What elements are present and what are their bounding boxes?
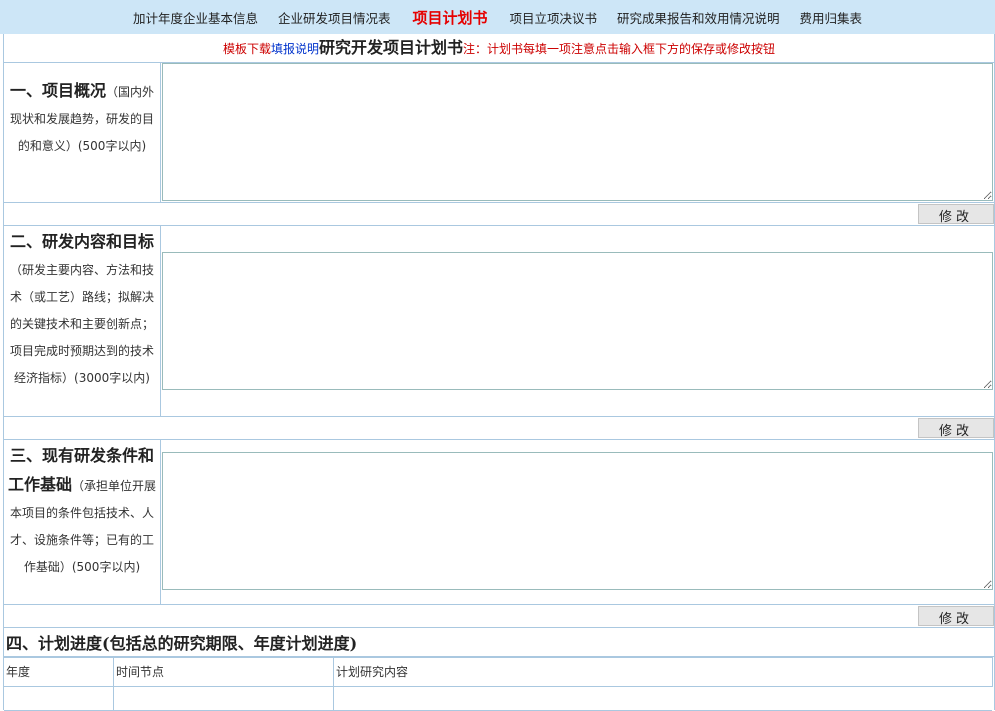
row-plan-content-cell[interactable]: [334, 686, 992, 710]
col-time-node: 时间节点: [114, 658, 334, 686]
section-2-textarea[interactable]: [162, 252, 993, 390]
nav-project-status[interactable]: 企业研发项目情况表: [268, 8, 401, 27]
section-1-btnrow: 修改: [4, 203, 994, 226]
section-1-edit-button[interactable]: 修改: [918, 204, 994, 225]
col-plan-content: 计划研究内容: [336, 665, 409, 679]
section-1-heading: 一、项目概况: [9, 81, 106, 100]
row-year-cell[interactable]: [4, 686, 114, 710]
section-2-row: 二、研发内容和目标 （研发主要内容、方法和技术（或工艺）路线；拟解决的关键技术和主…: [4, 226, 994, 417]
notice-bar: 模板下载填报说明研究开发项目计划书注：计划书每填一项注意点击输入框下方的保存或修…: [4, 34, 994, 63]
form-frame: 模板下载填报说明研究开发项目计划书注：计划书每填一项注意点击输入框下方的保存或修…: [3, 34, 995, 711]
section-2-edit-button[interactable]: 修改: [918, 418, 994, 439]
nav-expense-table[interactable]: 费用归集表: [790, 8, 873, 27]
schedule-table-header: 年度 时间节点 计划研究内容: [4, 657, 993, 687]
nav-project-resolution[interactable]: 项目立项决议书: [500, 8, 608, 27]
nav-basic-info[interactable]: 加计年度企业基本信息: [123, 8, 268, 27]
save-note: 注：计划书每填一项注意点击输入框下方的保存或修改按钮: [463, 42, 776, 56]
section-3-edit-button[interactable]: 修改: [918, 606, 994, 627]
section-4-header: 四、计划进度(包括总的研究期限、年度计划进度): [4, 628, 994, 657]
col-year: 年度: [4, 658, 114, 686]
section-3-textarea[interactable]: [162, 452, 993, 590]
section-1-textarea[interactable]: [162, 63, 993, 201]
section-4-heading: 四、计划进度(包括总的研究期限、年度计划进度): [6, 634, 358, 653]
section-3-label: 三、现有研发条件和工作基础（承担单位开展本项目的条件包括技术、人才、设施条件等；…: [4, 440, 161, 604]
row-time-node-cell[interactable]: [114, 686, 334, 710]
nav-research-report[interactable]: 研究成果报告和效用情况说明: [607, 8, 790, 27]
section-1-label: 一、项目概况（国内外现状和发展趋势，研发的目的和意义）(500字以内): [4, 63, 161, 202]
section-2-btnrow: 修改: [4, 417, 994, 440]
section-2-desc: （研发主要内容、方法和技术（或工艺）路线；拟解决的关键技术和主要创新点；项目完成…: [9, 263, 154, 385]
page-title: 研究开发项目计划书: [319, 38, 464, 57]
section-3-btnrow: 修改: [4, 605, 994, 628]
template-download-link[interactable]: 模板下载: [223, 42, 271, 56]
section-2-heading: 二、研发内容和目标: [9, 232, 154, 251]
nav-project-plan[interactable]: 项目计划书: [400, 7, 499, 28]
table-row: [4, 686, 992, 711]
section-1-row: 一、项目概况（国内外现状和发展趋势，研发的目的和意义）(500字以内): [4, 63, 994, 203]
fill-instructions-link[interactable]: 填报说明: [271, 42, 319, 56]
section-2-label: 二、研发内容和目标 （研发主要内容、方法和技术（或工艺）路线；拟解决的关键技术和主…: [4, 226, 161, 416]
section-3-row: 三、现有研发条件和工作基础（承担单位开展本项目的条件包括技术、人才、设施条件等；…: [4, 440, 994, 605]
top-nav: 加计年度企业基本信息 企业研发项目情况表 项目计划书 项目立项决议书 研究成果报…: [0, 0, 995, 34]
